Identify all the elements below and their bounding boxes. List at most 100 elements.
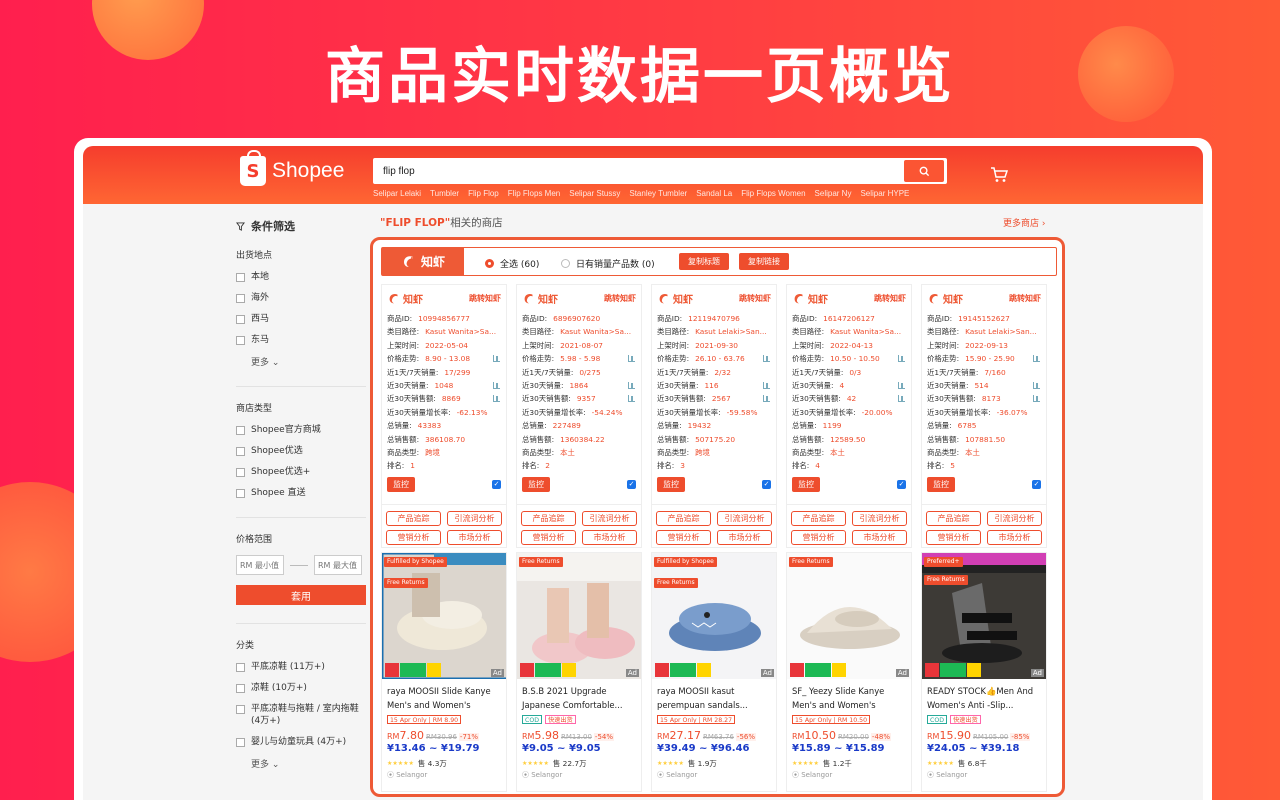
analysis-button[interactable]: 引流词分析: [717, 511, 772, 526]
product-card[interactable]: Free Returns Ad SF_ Yeezy Slide Kanye Men'…: [786, 552, 912, 792]
analysis-button[interactable]: 市场分析: [852, 530, 907, 545]
checkbox[interactable]: [236, 336, 245, 345]
suggestion-link[interactable]: Flip Flop: [468, 189, 499, 198]
filter-option[interactable]: Shopee优选+: [236, 466, 366, 478]
checkbox[interactable]: [236, 447, 245, 456]
chart-icon[interactable]: [898, 355, 905, 363]
suggestion-link[interactable]: Tumbler: [430, 189, 459, 198]
checkbox[interactable]: [236, 273, 245, 282]
filter-option[interactable]: 婴儿与幼童玩具 (4万+): [236, 736, 366, 748]
filter-option[interactable]: 海外: [236, 292, 366, 304]
checkbox[interactable]: [236, 738, 245, 747]
cart-icon[interactable]: [990, 166, 1009, 187]
checkbox[interactable]: [236, 489, 245, 498]
product-title[interactable]: READY STOCK👍Men And Women's Anti -Slip..…: [922, 679, 1046, 713]
chart-icon[interactable]: [763, 355, 770, 363]
product-image[interactable]: Preferred+ Free Returns Ad: [922, 553, 1046, 679]
analysis-button[interactable]: 产品追踪: [791, 511, 846, 526]
select-checkbox[interactable]: ✓: [762, 479, 771, 489]
checkbox[interactable]: [236, 684, 245, 693]
suggestion-link[interactable]: Stanley Tumbler: [629, 189, 687, 198]
monitor-button[interactable]: 监控: [387, 476, 415, 492]
filter-option[interactable]: 凉鞋 (10万+): [236, 682, 366, 694]
select-checkbox[interactable]: ✓: [627, 479, 636, 489]
product-image[interactable]: Fulfilled by Shopee Free Returns Ad: [382, 553, 506, 679]
more-shops-link[interactable]: 更多商店 ›: [1003, 216, 1045, 229]
filter-option[interactable]: Shopee 直送: [236, 487, 366, 499]
jump-zhixia-link[interactable]: 跳转知虾: [604, 293, 636, 304]
monitor-button[interactable]: 监控: [657, 476, 685, 492]
copy-link-button[interactable]: 复制链接: [739, 253, 789, 270]
filter-option[interactable]: 平底凉鞋 (11万+): [236, 661, 366, 673]
chart-icon[interactable]: [1033, 355, 1040, 363]
jump-zhixia-link[interactable]: 跳转知虾: [739, 293, 771, 304]
chart-icon[interactable]: [1033, 395, 1040, 403]
checkbox[interactable]: [236, 315, 245, 324]
shipping-more-link[interactable]: 更多 ⌄: [251, 355, 366, 368]
chart-icon[interactable]: [763, 381, 770, 389]
product-title[interactable]: B.S.B 2021 Upgrade Japanese Comfortable.…: [517, 679, 641, 713]
select-checkbox[interactable]: ✓: [897, 479, 906, 489]
analysis-button[interactable]: 营销分析: [791, 530, 846, 545]
filter-option[interactable]: 本地: [236, 271, 366, 283]
suggestion-link[interactable]: Selipar HYPE: [860, 189, 909, 198]
chart-icon[interactable]: [493, 381, 500, 389]
monitor-button[interactable]: 监控: [792, 476, 820, 492]
analysis-button[interactable]: 市场分析: [717, 530, 772, 545]
checkbox[interactable]: [236, 468, 245, 477]
chart-icon[interactable]: [628, 381, 635, 389]
filter-option[interactable]: 西马: [236, 313, 366, 325]
analysis-button[interactable]: 产品追踪: [386, 511, 441, 526]
monitor-button[interactable]: 监控: [927, 476, 955, 492]
jump-zhixia-link[interactable]: 跳转知虾: [1009, 293, 1041, 304]
chart-icon[interactable]: [628, 395, 635, 403]
analysis-button[interactable]: 引流词分析: [447, 511, 502, 526]
chart-icon[interactable]: [493, 395, 500, 403]
analysis-button[interactable]: 营销分析: [521, 530, 576, 545]
analysis-button[interactable]: 营销分析: [926, 530, 981, 545]
chart-icon[interactable]: [898, 395, 905, 403]
product-image[interactable]: Fulfilled by Shopee Free Returns Ad: [652, 553, 776, 679]
chart-icon[interactable]: [1033, 381, 1040, 389]
price-min-input[interactable]: [236, 555, 284, 575]
chart-icon[interactable]: [763, 395, 770, 403]
filter-option[interactable]: 东马: [236, 334, 366, 346]
suggestion-link[interactable]: Selipar Stussy: [569, 189, 620, 198]
search-button[interactable]: [904, 160, 944, 182]
analysis-button[interactable]: 引流词分析: [987, 511, 1042, 526]
checkbox[interactable]: [236, 663, 245, 672]
analysis-button[interactable]: 市场分析: [582, 530, 637, 545]
checkbox[interactable]: [236, 705, 245, 714]
chart-icon[interactable]: [493, 355, 500, 363]
analysis-button[interactable]: 引流词分析: [852, 511, 907, 526]
product-card[interactable]: Fulfilled by Shopee Free Returns Ad raya MO…: [381, 552, 507, 792]
analysis-button[interactable]: 引流词分析: [582, 511, 637, 526]
product-title[interactable]: raya MOOSII kasut perempuan sandals...: [652, 679, 776, 713]
checkbox[interactable]: [236, 426, 245, 435]
analysis-button[interactable]: 营销分析: [386, 530, 441, 545]
select-all-radio[interactable]: 全选 (60): [485, 257, 539, 270]
product-card[interactable]: Fulfilled by Shopee Free Returns Ad raya MO…: [651, 552, 777, 792]
jump-zhixia-link[interactable]: 跳转知虾: [469, 293, 501, 304]
analysis-button[interactable]: 营销分析: [656, 530, 711, 545]
chart-icon[interactable]: [628, 355, 635, 363]
apply-price-button[interactable]: 套用: [236, 585, 366, 605]
product-title[interactable]: raya MOOSII Slide Kanye Men's and Women'…: [382, 679, 506, 713]
suggestion-link[interactable]: Selipar Lelaki: [373, 189, 421, 198]
select-checkbox[interactable]: ✓: [492, 479, 501, 489]
filter-option[interactable]: Shopee优选: [236, 445, 366, 457]
jump-zhixia-link[interactable]: 跳转知虾: [874, 293, 906, 304]
product-card[interactable]: Preferred+ Free Returns Ad READY STOCK👍Men …: [921, 552, 1047, 792]
category-more-link[interactable]: 更多 ⌄: [251, 757, 366, 770]
chart-icon[interactable]: [898, 381, 905, 389]
shopee-logo[interactable]: S Shopee: [240, 150, 344, 186]
product-image[interactable]: Free Returns Ad: [517, 553, 641, 679]
analysis-button[interactable]: 市场分析: [987, 530, 1042, 545]
search-input[interactable]: [373, 158, 893, 184]
select-checkbox[interactable]: ✓: [1032, 479, 1041, 489]
suggestion-link[interactable]: Flip Flops Men: [508, 189, 560, 198]
product-title[interactable]: SF_ Yeezy Slide Kanye Men's and Women's …: [787, 679, 911, 713]
analysis-button[interactable]: 市场分析: [447, 530, 502, 545]
suggestion-link[interactable]: Selipar Ny: [815, 189, 852, 198]
suggestion-link[interactable]: Sandal La: [696, 189, 732, 198]
